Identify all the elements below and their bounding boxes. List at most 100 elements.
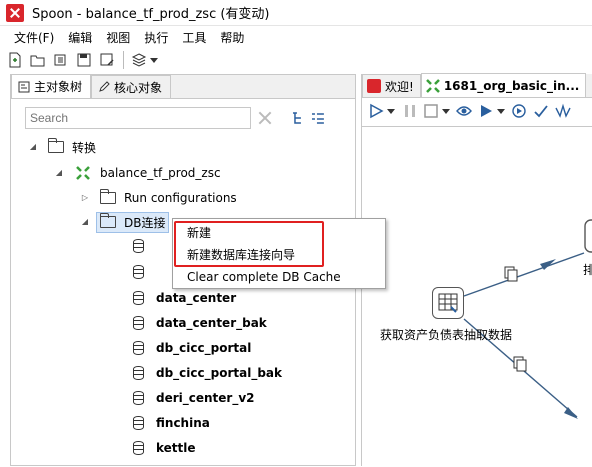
step-node-partial[interactable] xyxy=(584,219,592,253)
open-folder-icon[interactable] xyxy=(30,52,46,68)
db-connection-label: data_center_bak xyxy=(156,316,267,330)
expand-tree-icon[interactable] xyxy=(291,111,305,125)
db-connection-item[interactable]: kettle xyxy=(133,438,196,458)
tree-node-db-connections[interactable]: ◢ DB连接 xyxy=(80,211,170,233)
database-icon xyxy=(133,441,144,455)
db-connection-item[interactable]: deri_center_v2 xyxy=(133,388,255,408)
folder-icon xyxy=(99,189,116,204)
selected-node[interactable]: DB连接 xyxy=(96,211,170,233)
replay-icon[interactable] xyxy=(511,103,527,119)
tab-transformation-label: 1681_org_basic_in... xyxy=(443,78,580,93)
menu-view[interactable]: 视图 xyxy=(99,29,137,46)
db-connection-item[interactable]: data_center xyxy=(133,288,236,308)
tab-transformation[interactable]: 1681_org_basic_in... xyxy=(420,73,587,97)
database-icon xyxy=(133,416,144,430)
db-connection-item[interactable]: finchina xyxy=(133,413,210,433)
step-node-table-input[interactable] xyxy=(432,287,464,319)
tab-core-objects[interactable]: 核心对象 xyxy=(91,75,172,98)
chevron-down-icon[interactable] xyxy=(150,56,158,64)
spoon-icon xyxy=(367,79,381,93)
tree-icon xyxy=(18,81,30,92)
expanded-triangle-icon[interactable]: ◢ xyxy=(28,142,38,152)
tree-node-label: balance_tf_prod_zsc xyxy=(100,166,221,180)
tab-welcome-label: 欢迎! xyxy=(385,79,414,94)
menu-item-clear-db-cache[interactable]: Clear complete DB Cache xyxy=(187,268,341,286)
step-label-partial: 排 xyxy=(583,263,592,277)
expanded-triangle-icon[interactable]: ◢ xyxy=(80,217,90,227)
db-connection-item[interactable]: data_center_bak xyxy=(133,313,267,333)
hop-arrow-icon xyxy=(564,407,578,419)
step-label: 获取资产负债表抽取数据 xyxy=(380,328,513,342)
menu-item-new-db-wizard[interactable]: 新建数据库连接向导 xyxy=(187,246,295,264)
db-connection-label: kettle xyxy=(156,441,196,455)
save-icon[interactable] xyxy=(76,52,92,68)
pencil-icon xyxy=(99,81,110,92)
left-tab-bar: 主对象树 核心对象 xyxy=(11,74,355,99)
tab-main-tree-label: 主对象树 xyxy=(34,80,83,94)
db-connection-item[interactable]: db_cicc_portal xyxy=(133,338,251,358)
menu-file[interactable]: 文件(F) xyxy=(0,29,61,46)
expanded-triangle-icon[interactable]: ◢ xyxy=(54,168,64,178)
menu-bar: 文件(F) 编辑 视图 执行 工具 帮助 xyxy=(0,27,251,47)
tab-welcome[interactable]: 欢迎! xyxy=(362,74,421,97)
chevron-down-icon[interactable] xyxy=(387,107,395,115)
pause-icon[interactable] xyxy=(403,103,417,119)
search-input[interactable] xyxy=(25,107,252,129)
db-connection-label: deri_center_v2 xyxy=(156,391,255,405)
transformation-icon xyxy=(76,166,90,180)
db-connection-label: finchina xyxy=(156,416,210,430)
transformation-canvas[interactable]: 获取资产负债表抽取数据 排 xyxy=(362,126,592,466)
db-connection-item[interactable] xyxy=(133,236,156,256)
menu-run[interactable]: 执行 xyxy=(137,29,175,46)
database-icon xyxy=(133,366,144,380)
run-icon[interactable] xyxy=(368,103,384,119)
search-row xyxy=(25,107,325,129)
preview-eye-icon[interactable] xyxy=(456,103,472,119)
menu-tools[interactable]: 工具 xyxy=(175,29,213,46)
browse-icon[interactable] xyxy=(53,52,69,68)
new-file-icon[interactable] xyxy=(7,52,23,68)
database-icon xyxy=(133,391,144,405)
table-input-icon xyxy=(438,293,458,313)
tree-node-label: 转换 xyxy=(72,140,97,155)
menu-help[interactable]: 帮助 xyxy=(213,29,251,46)
tab-core-objects-label: 核心对象 xyxy=(114,80,163,95)
hop-lines xyxy=(463,219,592,419)
db-connection-label: data_center xyxy=(156,291,237,305)
sql-icon[interactable] xyxy=(555,103,571,119)
transformation-icon xyxy=(425,78,440,93)
database-icon xyxy=(133,316,144,330)
stop-icon[interactable] xyxy=(423,103,439,119)
menu-item-new[interactable]: 新建 xyxy=(187,224,211,242)
right-panel: 欢迎! 1681_org_basic_in... 获取资产负债表抽取数据 排 xyxy=(361,73,592,466)
folder-icon xyxy=(99,213,116,228)
database-icon xyxy=(133,265,144,279)
title-bar: Spoon - balance_tf_prod_zsc (有变动) xyxy=(0,0,592,26)
folder-icon xyxy=(47,138,64,153)
tree-node-run-configurations[interactable]: ▷ Run configurations xyxy=(80,188,237,208)
main-toolbar xyxy=(0,48,592,72)
spoon-app-icon xyxy=(6,3,24,22)
tree-node-transformation-file[interactable]: ◢ balance_tf_prod_zsc xyxy=(54,163,221,183)
clear-search-icon[interactable] xyxy=(257,110,273,126)
menu-edit[interactable]: 编辑 xyxy=(61,29,99,46)
database-icon xyxy=(133,341,144,355)
verify-icon[interactable] xyxy=(533,103,549,119)
chevron-down-icon[interactable] xyxy=(442,107,450,115)
save-as-icon[interactable] xyxy=(99,52,115,68)
tree-node-label: DB连接 xyxy=(124,215,166,230)
db-connection-item[interactable] xyxy=(133,262,156,282)
db-connection-item[interactable]: db_cicc_portal_bak xyxy=(133,363,282,383)
window-title: Spoon - balance_tf_prod_zsc (有变动) xyxy=(32,7,270,22)
tree-node-transformations[interactable]: ◢ 转换 xyxy=(28,137,96,157)
database-icon xyxy=(133,291,144,305)
collapse-tree-icon[interactable] xyxy=(311,111,325,125)
toolbar-separator xyxy=(123,51,124,69)
chevron-down-icon[interactable] xyxy=(497,107,505,115)
layers-icon[interactable] xyxy=(131,52,147,68)
tree-node-label: Run configurations xyxy=(124,191,237,205)
tab-main-tree[interactable]: 主对象树 xyxy=(11,74,92,98)
debug-icon[interactable] xyxy=(478,103,494,119)
copy-rows-icon xyxy=(513,356,527,372)
collapsed-triangle-icon[interactable]: ▷ xyxy=(80,193,90,203)
